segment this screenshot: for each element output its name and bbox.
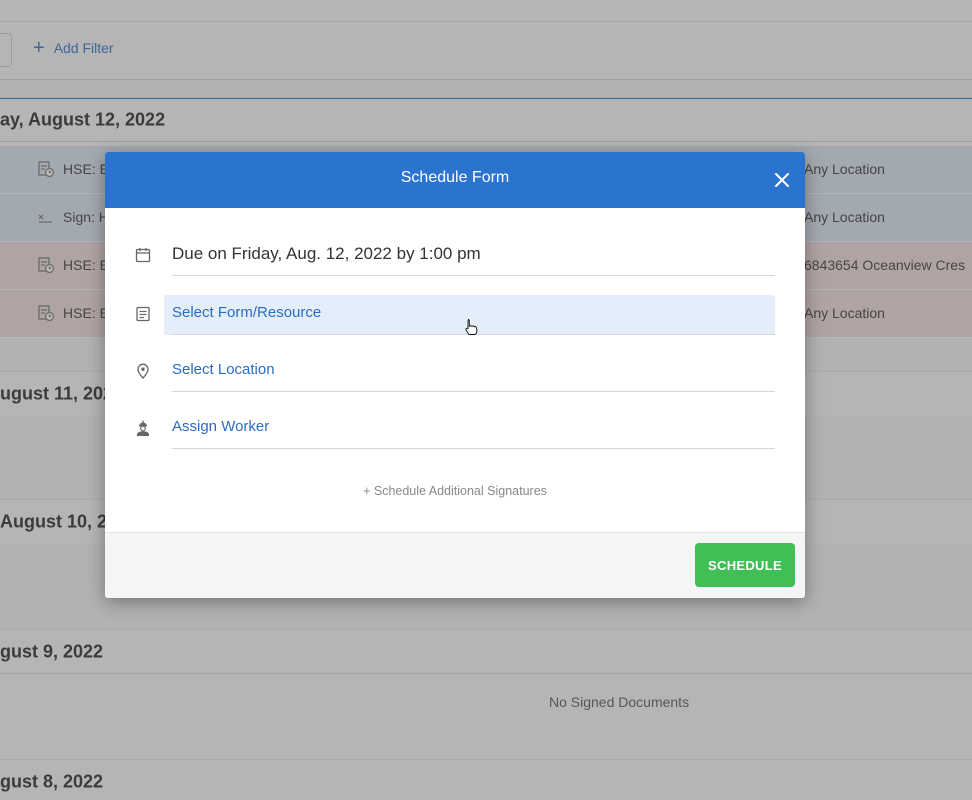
form-resource-field[interactable]: Select Form/Resource [105, 295, 805, 335]
modal-body: Due on Friday, Aug. 12, 2022 by 1:00 pm … [105, 208, 805, 532]
add-signatures-link[interactable]: + Schedule Additional Signatures [105, 484, 805, 498]
close-icon [775, 173, 789, 187]
divider [172, 391, 775, 392]
location-field[interactable]: Select Location [105, 352, 805, 392]
worker-placeholder: Assign Worker [172, 418, 270, 435]
due-date-text: Due on Friday, Aug. 12, 2022 by 1:00 pm [172, 244, 481, 263]
document-icon [134, 305, 152, 323]
hand-cursor-icon [465, 319, 478, 335]
worker-icon [134, 419, 152, 437]
form-resource-placeholder: Select Form/Resource [172, 304, 322, 321]
schedule-form-modal: Schedule Form Due on Friday, Aug. 12, 20… [105, 152, 805, 598]
divider [172, 448, 775, 449]
worker-field[interactable]: Assign Worker [105, 409, 805, 449]
schedule-button[interactable]: SCHEDULE [695, 543, 795, 587]
calendar-icon [134, 246, 152, 264]
modal-header: Schedule Form [105, 152, 805, 208]
close-button[interactable] [771, 169, 793, 191]
divider [172, 275, 775, 276]
modal-footer: SCHEDULE [105, 532, 805, 598]
location-placeholder: Select Location [172, 361, 275, 378]
due-date-field[interactable]: Due on Friday, Aug. 12, 2022 by 1:00 pm [105, 236, 805, 276]
location-pin-icon [134, 362, 152, 380]
modal-title: Schedule Form [400, 169, 510, 186]
